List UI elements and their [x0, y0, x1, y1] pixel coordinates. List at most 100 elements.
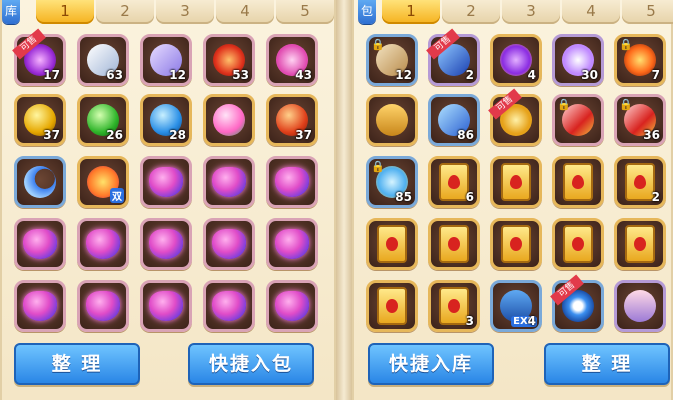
lock-icon: 🔒	[619, 98, 633, 111]
item-count: 2	[465, 68, 474, 82]
inventory-slot[interactable]	[203, 94, 255, 146]
inventory-slot[interactable]: EXP 4	[490, 280, 542, 332]
inventory-slot[interactable]: 🔒	[552, 94, 604, 146]
item-count: 6	[465, 190, 474, 204]
inventory-slot[interactable]	[140, 156, 192, 208]
inventory-slot[interactable]: 37	[14, 94, 66, 146]
inventory-slot[interactable]	[366, 94, 418, 146]
inventory-slot[interactable]	[14, 280, 66, 332]
inventory-slot[interactable]	[203, 156, 255, 208]
inventory-slot[interactable]: 30	[552, 34, 604, 86]
tab-3[interactable]: 3	[502, 0, 560, 24]
inventory-slot[interactable]: 2	[614, 156, 666, 208]
inventory-slot[interactable]	[266, 280, 318, 332]
tab-2[interactable]: 2	[96, 0, 154, 24]
inventory-slot[interactable]	[140, 218, 192, 270]
inventory-slot[interactable]	[490, 156, 542, 208]
tab-3[interactable]: 3	[156, 0, 214, 24]
bomb-card-icon	[439, 287, 469, 325]
inventory-slot[interactable]	[77, 280, 129, 332]
inventory-slot[interactable]: 12	[140, 34, 192, 86]
inventory-slot[interactable]	[552, 218, 604, 270]
fire-card-icon	[625, 163, 655, 201]
item-count: 2	[651, 190, 660, 204]
inventory-slot[interactable]: 17 可售	[12, 28, 66, 86]
inventory-slot[interactable]: 43	[266, 34, 318, 86]
inventory-slot[interactable]	[14, 218, 66, 270]
inventory-slot[interactable]: 双	[77, 156, 129, 208]
bag-tag: 包	[358, 0, 376, 24]
item-count: 43	[295, 68, 312, 82]
inventory-slot[interactable]: 2 可售	[426, 28, 480, 86]
tab-5[interactable]: 5	[276, 0, 334, 24]
inventory-slot[interactable]	[140, 280, 192, 332]
item-count: 30	[581, 68, 598, 82]
inventory-slot[interactable]	[77, 218, 129, 270]
treasure-chest-icon	[376, 104, 408, 136]
lock-icon: 🔒	[619, 38, 633, 51]
bag-sort-button[interactable]: 整 理	[544, 343, 670, 385]
lock-icon: 🔒	[557, 98, 571, 111]
inventory-slot[interactable]	[614, 280, 666, 332]
inventory-slot[interactable]: 36 🔒	[614, 94, 666, 146]
inventory-slot[interactable]	[614, 218, 666, 270]
tab-5[interactable]: 5	[622, 0, 673, 24]
inventory-slot[interactable]: 4	[490, 34, 542, 86]
inventory-slot[interactable]	[203, 218, 255, 270]
item-count: 86	[457, 128, 474, 142]
inventory-slot[interactable]	[552, 156, 604, 208]
tab-1[interactable]: 1	[36, 0, 94, 24]
item-count: 37	[43, 128, 60, 142]
item-count: 26	[106, 128, 123, 142]
inventory-slot[interactable]: 3	[428, 280, 480, 332]
crystal-heart-icon	[149, 291, 183, 321]
inventory-slot[interactable]: 7 🔒	[614, 34, 666, 86]
item-count: 7	[651, 68, 660, 82]
fire-card-icon	[501, 163, 531, 201]
inventory-slot[interactable]	[366, 280, 418, 332]
item-count: 12	[169, 68, 186, 82]
pink-bloom-orb-icon	[213, 104, 245, 136]
inventory-slot[interactable]: 63	[77, 34, 129, 86]
item-count: 4	[527, 314, 536, 328]
item-count: 36	[643, 128, 660, 142]
inventory-slot[interactable]: 37	[266, 94, 318, 146]
bomb-card-icon	[377, 287, 407, 325]
warehouse-sort-button[interactable]: 整 理	[14, 343, 140, 385]
inventory-slot[interactable]	[428, 218, 480, 270]
inventory-slot[interactable]: 可售	[488, 88, 542, 146]
tab-4[interactable]: 4	[216, 0, 274, 24]
quick-to-warehouse-button[interactable]: 快捷入库	[368, 343, 494, 385]
fire-card-icon	[439, 163, 469, 201]
item-count: 28	[169, 128, 186, 142]
inventory-slot[interactable]	[14, 156, 66, 208]
inventory-slot[interactable]: 28	[140, 94, 192, 146]
inventory-slot[interactable]: 可售	[550, 274, 604, 332]
tab-1[interactable]: 1	[382, 0, 440, 24]
inventory-slot[interactable]: 53	[203, 34, 255, 86]
inventory-slot[interactable]	[366, 218, 418, 270]
item-count: 3	[465, 314, 474, 328]
item-count: 53	[232, 68, 249, 82]
inventory-slot[interactable]	[266, 218, 318, 270]
crystal-heart-icon	[149, 229, 183, 259]
crystal-heart-icon	[212, 167, 246, 197]
bomb-card-icon	[377, 225, 407, 263]
character-portrait-icon	[624, 290, 656, 322]
crystal-heart-icon	[275, 167, 309, 197]
inventory-slot[interactable]	[203, 280, 255, 332]
crystal-heart-icon	[86, 291, 120, 321]
inventory-slot[interactable]: 85 🔒	[366, 156, 418, 208]
crystal-heart-icon	[149, 167, 183, 197]
inventory-slot[interactable]: 6	[428, 156, 480, 208]
inventory-slot[interactable]	[266, 156, 318, 208]
bomb-card-icon	[501, 225, 531, 263]
inventory-slot[interactable]	[490, 218, 542, 270]
quick-to-bag-button[interactable]: 快捷入包	[188, 343, 314, 385]
tab-2[interactable]: 2	[442, 0, 500, 24]
crystal-heart-icon	[212, 291, 246, 321]
inventory-slot[interactable]: 26	[77, 94, 129, 146]
inventory-slot[interactable]: 86	[428, 94, 480, 146]
tab-4[interactable]: 4	[562, 0, 620, 24]
inventory-slot[interactable]: 12 🔒	[366, 34, 418, 86]
